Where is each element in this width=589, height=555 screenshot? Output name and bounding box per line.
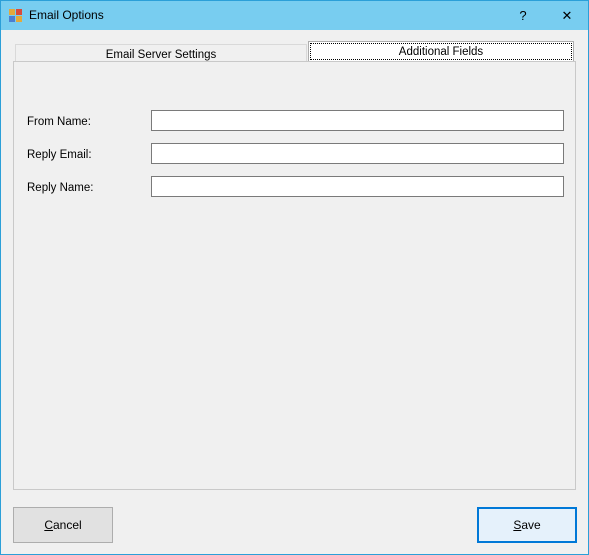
tab-label: Additional Fields xyxy=(398,46,484,58)
tab-email-server-settings[interactable]: Email Server Settings xyxy=(15,44,307,62)
close-button[interactable]: ✕ xyxy=(545,1,589,30)
save-mnemonic: S xyxy=(513,518,522,532)
cancel-label-rest: ancel xyxy=(52,518,82,532)
email-options-dialog: Email Options ? ✕ Email Server Settings … xyxy=(0,0,589,555)
reply-email-label: Reply Email: xyxy=(27,149,92,161)
tab-additional-fields[interactable]: Additional Fields xyxy=(308,41,574,62)
from-name-label: From Name: xyxy=(27,116,91,128)
app-icon xyxy=(9,9,23,22)
cancel-mnemonic: C xyxy=(44,518,53,532)
tab-strip: Email Server Settings Additional Fields xyxy=(13,41,576,62)
window-title: Email Options xyxy=(29,8,104,22)
cancel-button[interactable]: Cancel xyxy=(13,507,113,543)
save-button[interactable]: Save xyxy=(477,507,577,543)
reply-name-label: Reply Name: xyxy=(27,182,94,194)
from-name-field[interactable] xyxy=(151,110,564,131)
save-label-rest: ave xyxy=(521,518,541,532)
title-bar[interactable]: Email Options ? ✕ xyxy=(1,1,588,30)
help-icon: ? xyxy=(519,8,527,23)
reply-name-field[interactable] xyxy=(151,176,564,197)
close-icon: ✕ xyxy=(561,7,573,23)
reply-email-field[interactable] xyxy=(151,143,564,164)
additional-fields-panel: From Name: Reply Email: Reply Name: xyxy=(13,61,576,490)
help-button[interactable]: ? xyxy=(501,1,545,30)
tab-label: Email Server Settings xyxy=(105,49,217,61)
